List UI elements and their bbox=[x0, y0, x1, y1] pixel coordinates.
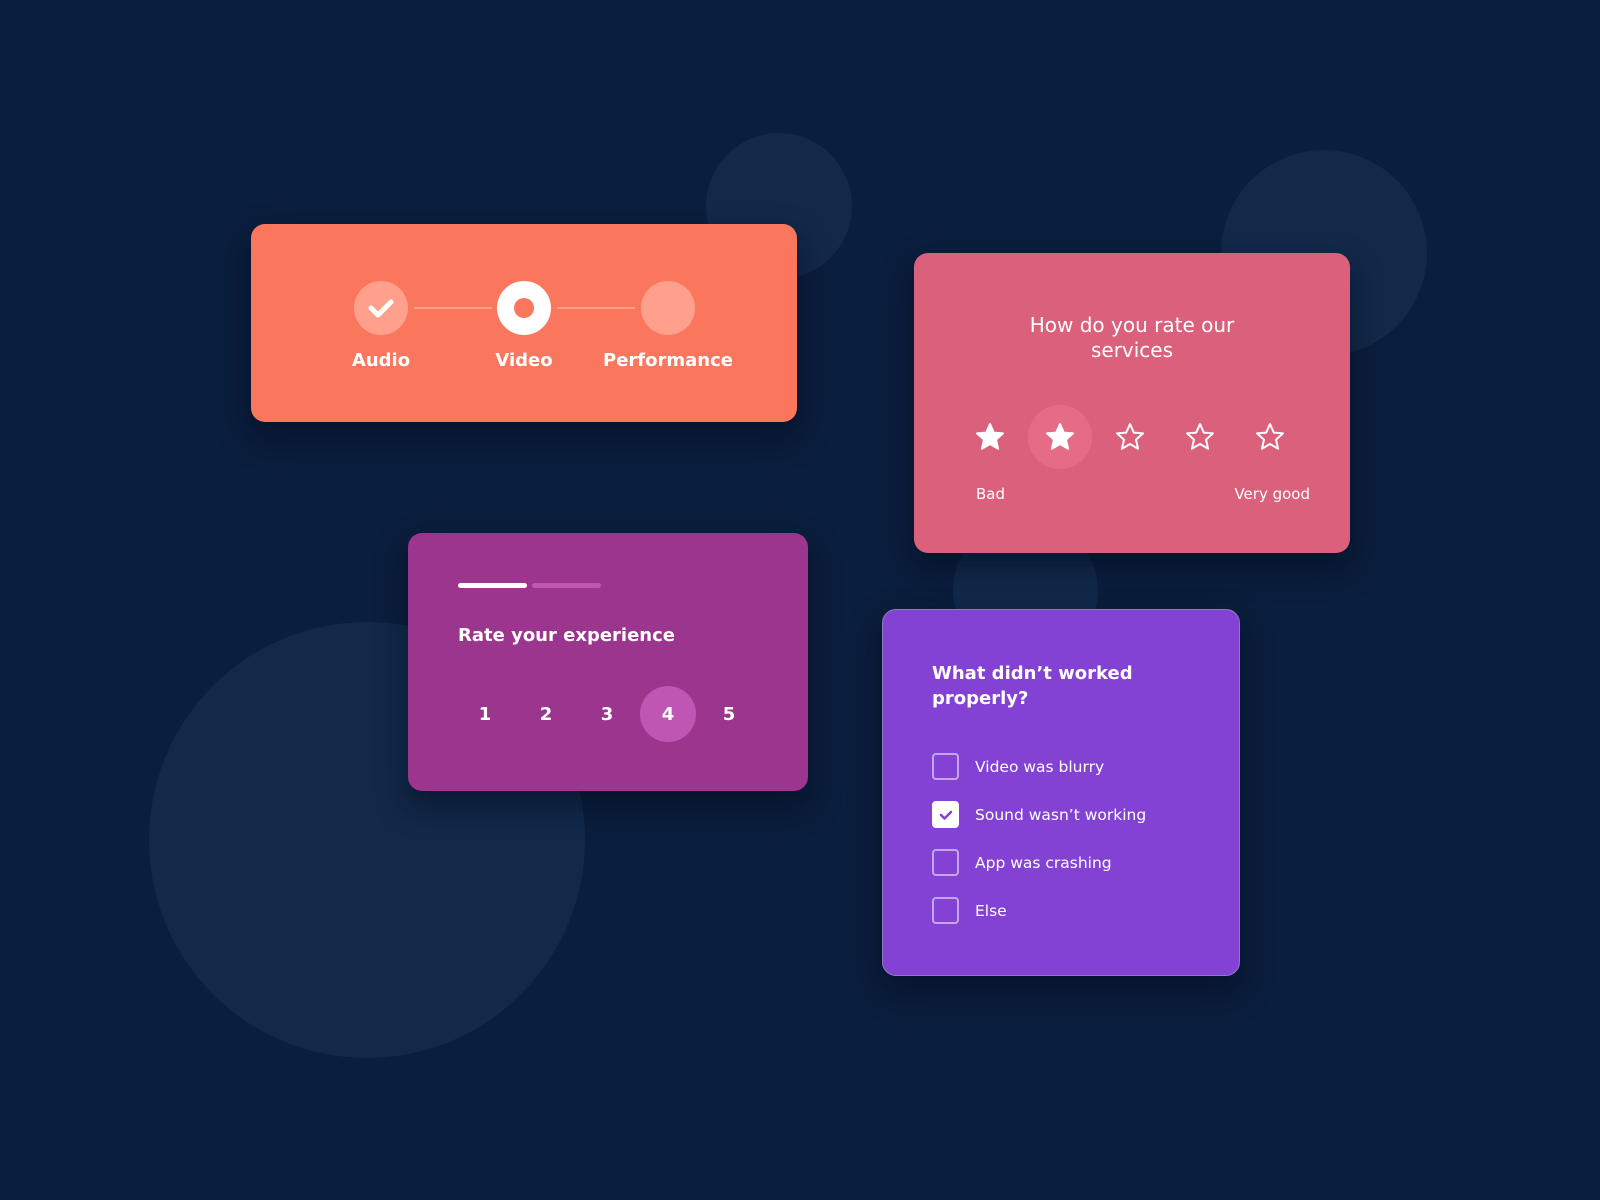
step-connector bbox=[414, 307, 492, 309]
checkbox[interactable] bbox=[932, 897, 959, 924]
rate-experience-title: Rate your experience bbox=[458, 625, 676, 646]
star-5[interactable] bbox=[1238, 405, 1302, 469]
checkbox-label: Else bbox=[975, 901, 1007, 920]
checkbox[interactable] bbox=[932, 849, 959, 876]
step-audio[interactable] bbox=[354, 281, 408, 335]
issue-option[interactable]: Video was blurry bbox=[932, 753, 1104, 780]
star-rating-title-text: How do you rate our services bbox=[1029, 313, 1235, 362]
star-filled-icon bbox=[1046, 423, 1074, 450]
step-performance[interactable] bbox=[641, 281, 695, 335]
checkbox-label: Video was blurry bbox=[975, 757, 1105, 776]
star-2[interactable] bbox=[1028, 405, 1092, 469]
rating-option-2[interactable]: 2 bbox=[518, 686, 574, 742]
star-filled-icon bbox=[976, 423, 1004, 450]
progress-segment-pending bbox=[532, 583, 601, 588]
rating-option-3[interactable]: 3 bbox=[579, 686, 635, 742]
step-label-video: Video bbox=[495, 350, 553, 371]
star-rating-title: How do you rate our services bbox=[914, 313, 1350, 363]
checkbox-label: App was crashing bbox=[975, 853, 1112, 872]
star-rating-card: How do you rate our services Bad Very go… bbox=[914, 253, 1350, 553]
issues-checklist-card: What didn’t worked properly? Video was b… bbox=[882, 609, 1240, 976]
scale-high-label: Very good bbox=[1234, 485, 1310, 503]
checkbox[interactable] bbox=[932, 801, 959, 828]
stepper-card: Audio Video Performance bbox=[251, 224, 797, 422]
star-outline-icon bbox=[1116, 423, 1144, 450]
check-icon bbox=[368, 299, 394, 318]
issue-option[interactable]: Else bbox=[932, 897, 1007, 924]
rating-option-5[interactable]: 5 bbox=[701, 686, 757, 742]
rating-option-1[interactable]: 1 bbox=[457, 686, 513, 742]
step-video[interactable] bbox=[497, 281, 551, 335]
issues-title: What didn’t worked properly? bbox=[932, 663, 1133, 709]
step-label-performance: Performance bbox=[603, 350, 733, 371]
checkbox[interactable] bbox=[932, 753, 959, 780]
issue-option[interactable]: Sound wasn’t working bbox=[932, 801, 1146, 828]
check-icon bbox=[939, 810, 952, 820]
star-3[interactable] bbox=[1098, 405, 1162, 469]
issue-option[interactable]: App was crashing bbox=[932, 849, 1112, 876]
star-4[interactable] bbox=[1168, 405, 1232, 469]
step-connector bbox=[557, 307, 635, 309]
star-outline-icon bbox=[1186, 423, 1214, 450]
step-label-audio: Audio bbox=[351, 350, 411, 371]
progress-segment-complete bbox=[458, 583, 527, 588]
rate-experience-card: Rate your experience 12345 bbox=[408, 533, 808, 791]
rating-option-4[interactable]: 4 bbox=[640, 686, 696, 742]
checkbox-label: Sound wasn’t working bbox=[975, 805, 1147, 824]
star-1[interactable] bbox=[958, 405, 1022, 469]
scale-low-label: Bad bbox=[976, 485, 1006, 503]
star-outline-icon bbox=[1256, 423, 1284, 450]
